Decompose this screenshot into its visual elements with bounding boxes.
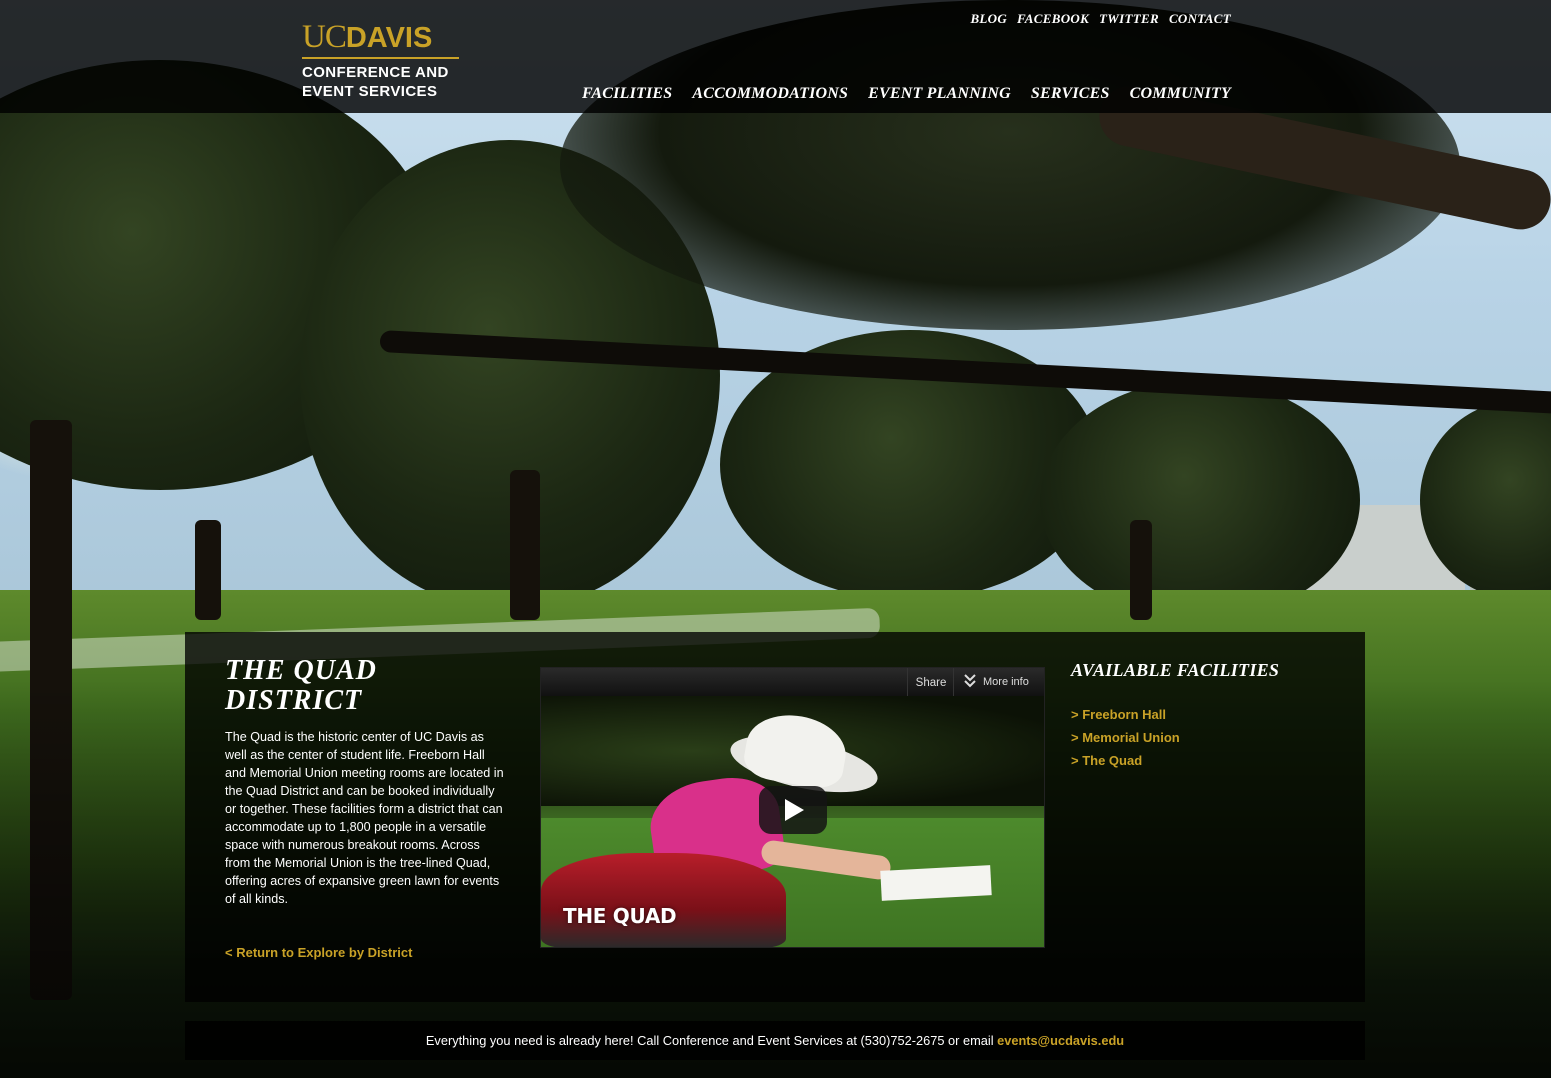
list-item: > Freeborn Hall	[1071, 704, 1180, 724]
district-panel: THE QUAD DISTRICT The Quad is the histor…	[185, 632, 1365, 1002]
thumbnail-paper	[880, 865, 992, 901]
chevron-down-icon	[964, 674, 976, 688]
thumbnail-backpack	[541, 853, 786, 947]
nav-item-services[interactable]: SERVICES	[1031, 85, 1110, 103]
nav-link-contact[interactable]: CONTACT	[1169, 11, 1231, 27]
list-item: > The Quad	[1071, 750, 1180, 770]
video-player[interactable]: Share More info THE QUAD	[540, 667, 1045, 948]
site-logo[interactable]: UCDAVIS CONFERENCE AND EVENT SERVICES	[302, 19, 462, 101]
page-title: THE QUAD DISTRICT	[225, 656, 465, 716]
footer-text: Everything you need is already here! Cal…	[425, 1033, 998, 1048]
facilities-list: > Freeborn Hall > Memorial Union > The Q…	[1071, 704, 1180, 773]
play-button[interactable]	[759, 786, 827, 834]
logo-uc: UC	[302, 19, 347, 55]
district-description: The Quad is the historic center of UC Da…	[225, 730, 504, 906]
more-info-label: More info	[983, 676, 1029, 688]
video-toolbar: Share More info	[541, 668, 1044, 696]
video-caption: THE QUAD	[563, 904, 677, 928]
more-info-button[interactable]: More info	[953, 668, 1044, 696]
footer-email-link[interactable]: events@ucdavis.edu	[997, 1033, 1124, 1048]
footer-bar: Everything you need is already here! Cal…	[185, 1021, 1365, 1060]
list-item: > Memorial Union	[1071, 727, 1180, 747]
nav-item-accommodations[interactable]: ACCOMMODATIONS	[692, 85, 848, 103]
logo-line-2: EVENT SERVICES	[302, 83, 438, 100]
tree-trunk	[1130, 520, 1152, 620]
tree-canopy	[1040, 380, 1360, 620]
nav-item-facilities[interactable]: FACILITIES	[582, 85, 672, 103]
utility-nav: BLOG FACEBOOK TWITTER CONTACT	[970, 11, 1231, 27]
facility-link-freeborn-hall[interactable]: > Freeborn Hall	[1071, 707, 1166, 722]
tree-trunk	[510, 470, 540, 620]
nav-item-community[interactable]: COMMUNITY	[1130, 85, 1231, 103]
logo-davis: DAVIS	[345, 22, 433, 54]
main-nav: FACILITIES ACCOMMODATIONS EVENT PLANNING…	[582, 85, 1231, 103]
facility-link-the-quad[interactable]: > The Quad	[1071, 753, 1142, 768]
share-button[interactable]: Share	[907, 668, 954, 696]
play-icon	[785, 799, 804, 821]
nav-link-facebook[interactable]: FACEBOOK	[1017, 11, 1089, 27]
nav-link-twitter[interactable]: TWITTER	[1099, 11, 1159, 27]
return-to-districts-link[interactable]: < Return to Explore by District	[225, 945, 412, 960]
nav-item-event-planning[interactable]: EVENT PLANNING	[868, 85, 1011, 103]
logo-line-1: CONFERENCE AND	[302, 64, 449, 81]
page-title-line-1: THE QUAD	[225, 655, 377, 686]
facility-link-memorial-union[interactable]: > Memorial Union	[1071, 730, 1180, 745]
site-header: UCDAVIS CONFERENCE AND EVENT SERVICES BL…	[0, 0, 1551, 113]
logo-divider	[302, 57, 459, 59]
nav-link-blog[interactable]: BLOG	[970, 11, 1007, 27]
facilities-heading: AVAILABLE FACILITIES	[1071, 660, 1280, 680]
tree-trunk	[195, 520, 221, 620]
logo-wordmark: UCDAVIS	[302, 19, 462, 55]
page-title-line-2: DISTRICT	[225, 685, 363, 716]
